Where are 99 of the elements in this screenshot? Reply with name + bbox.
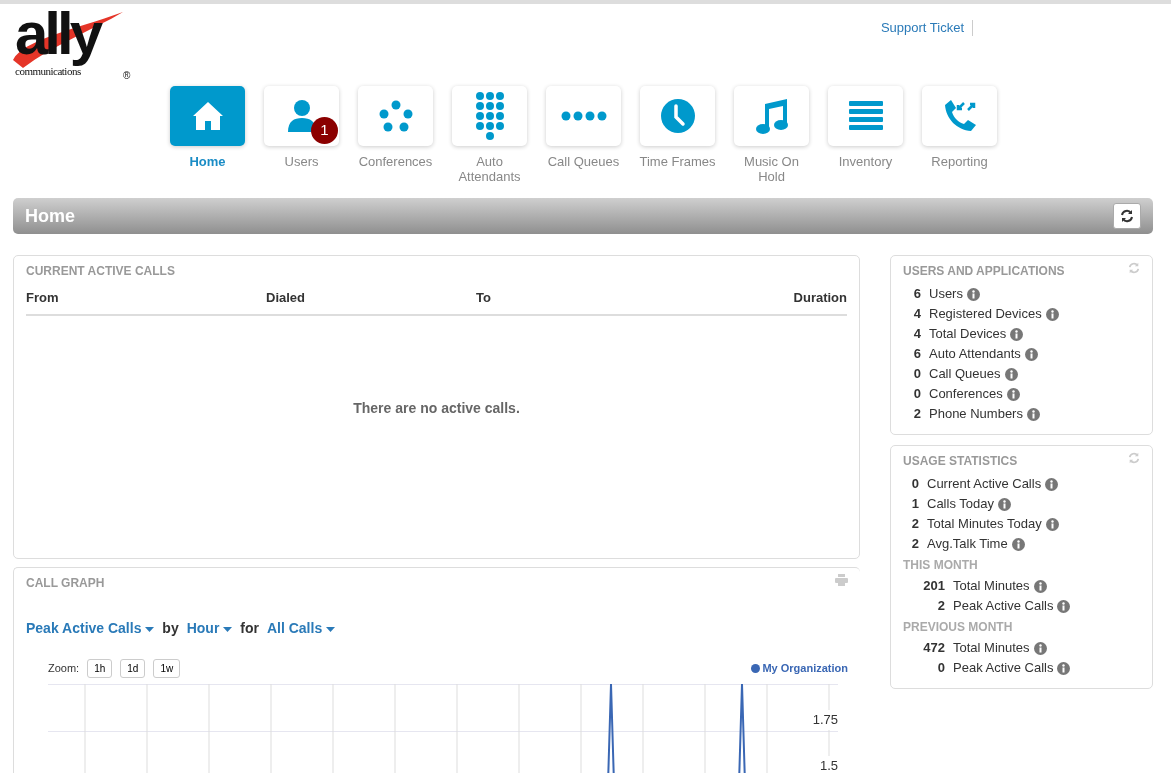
stat-count: 2: [910, 535, 919, 553]
info-icon: [1045, 517, 1059, 531]
dropdown-button[interactable]: Hour: [186, 618, 233, 639]
stat-count: 1: [910, 495, 919, 513]
stat-count: 0: [910, 475, 919, 493]
panel-title: CALL GRAPH: [26, 575, 105, 592]
stat-count: 4: [912, 305, 921, 323]
stat-count: 2: [910, 515, 919, 533]
axis-label: 1.75: [812, 710, 838, 730]
stat-label: Auto Attendants: [929, 345, 1021, 363]
nav-tile[interactable]: Home: [167, 86, 248, 198]
nav-label: Users: [283, 154, 320, 169]
nav-tile[interactable]: Call Queues: [543, 86, 624, 198]
page-title: Home: [25, 204, 75, 228]
stat-label: Call Queues: [929, 365, 1001, 383]
column-header: Duration: [792, 289, 847, 307]
stat-count: 0: [912, 385, 921, 403]
connector-word: by: [162, 619, 179, 638]
stat-label: Current Active Calls: [927, 475, 1042, 493]
nav-tile[interactable]: Conferences: [355, 86, 436, 198]
nav-label: Call Queues: [546, 154, 621, 169]
zoom-button[interactable]: 1h: [87, 659, 113, 678]
column-header: From: [26, 289, 60, 307]
info-icon: [1045, 477, 1059, 491]
stat-count: 6: [912, 345, 921, 363]
stat-count: 2: [912, 405, 921, 423]
dropdown-button[interactable]: All Calls: [266, 618, 336, 639]
dots-circle-icon: [377, 99, 414, 133]
info-icon: [1004, 367, 1018, 381]
section-title: PREVIOUS MONTH: [903, 619, 1014, 636]
stat-label: Phone Numbers: [929, 405, 1023, 423]
info-icon: [1006, 387, 1020, 401]
clock-icon: [659, 98, 696, 134]
column-header: Dialed: [266, 289, 306, 307]
list-icon: [848, 101, 883, 131]
stat-count: 0: [912, 365, 921, 383]
nav-label: Time Frames: [638, 154, 717, 169]
nav-tile[interactable]: Music On Hold: [731, 86, 812, 198]
stat-count: 6: [912, 285, 921, 303]
music-note-icon: [754, 98, 789, 134]
nav-label: Conferences: [357, 154, 434, 169]
panel-title: CURRENT ACTIVE CALLS: [26, 263, 176, 280]
zoom-button[interactable]: 1d: [120, 659, 146, 678]
dropdown-button[interactable]: Peak Active Calls: [26, 618, 155, 639]
caret-icon: [223, 626, 233, 632]
nav-tile[interactable]: Reporting: [919, 86, 1000, 198]
stat-count: 4: [912, 325, 921, 343]
nav-tile[interactable]: 1 Users: [261, 86, 342, 198]
caret-icon: [145, 626, 155, 632]
nav-tile[interactable]: Inventory: [825, 86, 906, 198]
connector-word: for: [240, 619, 259, 638]
caret-icon: [326, 626, 336, 632]
keypad-icon: [474, 91, 505, 141]
stat-label: Conferences: [929, 385, 1003, 403]
stat-label: Avg.Talk Time: [927, 535, 1008, 553]
info-icon: [1033, 641, 1047, 655]
refresh-icon: [1120, 209, 1134, 223]
panel-title: USERS AND APPLICATIONS: [903, 263, 1065, 280]
info-icon: [1010, 327, 1024, 341]
stat-label: Peak Active Calls: [953, 659, 1054, 677]
stat-label: Peak Active Calls: [953, 597, 1054, 615]
axis-label: 1.5: [819, 756, 838, 773]
dots-icon: [560, 111, 607, 121]
info-icon: [1057, 661, 1071, 675]
info-icon: [966, 287, 980, 301]
stat-count: 472: [922, 639, 945, 657]
nav-label: Music On Hold: [743, 154, 800, 184]
stat-label: Total Minutes: [953, 577, 1030, 595]
column-header: To: [476, 289, 492, 307]
support-ticket-link[interactable]: Support Ticket: [880, 20, 973, 36]
stat-label: Users: [929, 285, 963, 303]
stat-label: Total Devices: [929, 325, 1007, 343]
refresh-button[interactable]: [1113, 203, 1141, 229]
stat-label: Calls Today: [927, 495, 994, 513]
stat-label: Registered Devices: [929, 305, 1042, 323]
nav-label: Auto Attendants: [457, 154, 522, 184]
info-icon: [1011, 537, 1025, 551]
stat-count: 201: [922, 577, 945, 595]
nav-label: Inventory: [837, 154, 894, 169]
info-icon: [1045, 307, 1059, 321]
nav-label: Home: [188, 154, 227, 169]
legend-item: My Organization: [751, 660, 848, 677]
info-icon: [997, 497, 1011, 511]
stat-count: 2: [936, 597, 945, 615]
stat-label: Total Minutes Today: [927, 515, 1042, 533]
nav-tile[interactable]: Time Frames: [637, 86, 718, 198]
zoom-button[interactable]: 1w: [153, 659, 181, 678]
stat-count: 0: [936, 659, 945, 677]
info-icon: [1057, 599, 1071, 613]
info-icon: [1024, 347, 1038, 361]
empty-message: There are no active calls.: [353, 398, 520, 418]
nav-tile[interactable]: Auto Attendants: [449, 86, 530, 198]
stat-label: Total Minutes: [953, 639, 1030, 657]
section-title: THIS MONTH: [903, 557, 979, 574]
zoom-label: Zoom:: [48, 661, 80, 677]
nav-label: Reporting: [930, 154, 989, 169]
panel-title: USAGE STATISTICS: [903, 453, 1018, 470]
info-icon: [1026, 407, 1040, 421]
info-icon: [1033, 579, 1047, 593]
